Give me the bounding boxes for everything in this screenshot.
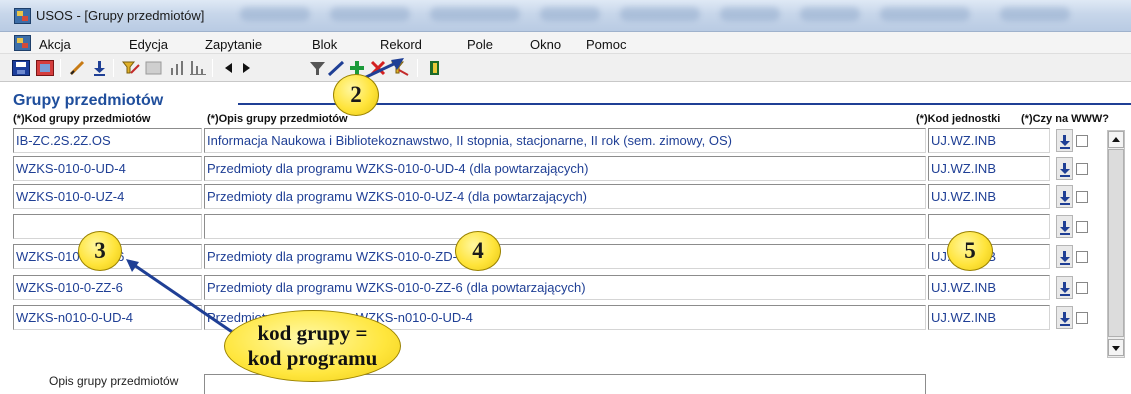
callout-line-2: kod programu [247,346,378,370]
next-icon[interactable] [238,60,256,76]
group-description-field[interactable] [204,214,926,239]
scroll-down-icon[interactable] [1108,339,1124,356]
www-checkbox[interactable] [1076,163,1088,175]
download-icon[interactable] [1056,245,1073,268]
clear-icon[interactable] [390,60,409,76]
www-checkbox[interactable] [1076,251,1088,263]
menu-edycja[interactable]: Edycja [129,37,168,52]
detail-label: Opis grupy przedmiotów [49,374,179,388]
menu-pomoc[interactable]: Pomoc [586,37,626,52]
annotation-badge-2: 2 [333,74,379,116]
group-code-field[interactable]: WZKS-010-0-ZZ-6 [13,275,202,300]
annotation-badge-3: 3 [78,231,122,271]
group-description-field[interactable]: Przedmioty dla programu WZKS-010-0-UZ-4 … [204,184,926,209]
unit-code-field[interactable]: UJ.WZ.INB [928,156,1050,181]
unit-code-field[interactable]: UJ.WZ.INB [928,275,1050,300]
annotation-badge-5: 5 [947,231,993,271]
table-row: WZKS-010-0-ZZ-6 Przedmioty dla programu … [0,275,1131,301]
group-description-field[interactable]: Przedmioty dla programu WZKS-010-0-ZD-6 [204,244,926,269]
unit-code-field[interactable] [928,214,1050,239]
toolbar [0,54,1131,82]
callout-line-1: kod grupy = [257,321,368,345]
download-icon[interactable] [1056,185,1073,208]
arrow-icon[interactable] [327,60,345,77]
chart-bars-icon[interactable] [189,60,207,76]
group-description-field[interactable]: Przedmioty dla programu WZKS-010-0-ZZ-6 … [204,275,926,300]
exit-icon[interactable] [36,60,54,76]
app-icon[interactable] [14,8,31,24]
www-checkbox[interactable] [1076,191,1088,203]
query-icon[interactable] [121,60,140,76]
menu-zapytanie[interactable]: Zapytanie [205,37,262,52]
unit-code-field[interactable]: UJ.WZ.INB [928,128,1050,153]
download-icon[interactable] [1056,276,1073,299]
menu-bar: Akcja Edycja Zapytanie Blok Rekord Pole … [0,32,1131,54]
column-header-description: (*)Opis grupy przedmiotów [207,113,348,125]
group-code-field[interactable]: WZKS-010-0-UZ-4 [13,184,202,209]
column-header-unit: (*)Kod jednostki [916,113,1001,125]
download-icon[interactable] [1056,306,1073,329]
group-code-field[interactable]: WZKS-n010-0-UD-4 [13,305,202,330]
menu-okno[interactable]: Okno [530,37,561,52]
group-description-field[interactable]: Informacja Naukowa i Bibliotekoznawstwo,… [204,128,926,153]
table-row: IB-ZC.2S.2Z.OS Informacja Naukowa i Bibl… [0,128,1131,154]
title-bar: USOS - [Grupy przedmiotów] [0,0,1131,32]
save-icon[interactable] [12,60,30,76]
scroll-up-icon[interactable] [1108,131,1124,148]
prev-icon[interactable] [220,60,238,76]
filter-icon[interactable] [309,60,327,76]
www-checkbox[interactable] [1076,312,1088,324]
query-disabled-icon [145,60,163,76]
edit-icon[interactable] [68,60,86,76]
window-title: USOS - [Grupy przedmiotów] [36,8,205,23]
www-checkbox[interactable] [1076,282,1088,294]
section-title: Grupy przedmiotów [13,92,164,109]
download-icon[interactable] [1056,129,1073,152]
chart-icon[interactable] [168,60,186,76]
group-description-field[interactable]: Przedmioty dla programu WZKS-010-0-UD-4 … [204,156,926,181]
column-header-code: (*)Kod grupy przedmiotów [13,113,151,125]
delete-record-icon[interactable] [369,60,387,76]
download-icon[interactable] [1056,215,1073,238]
menu-blok[interactable]: Blok [312,37,337,52]
scroll-thumb[interactable] [1108,149,1124,337]
table-row: WZKS-n010-0-UD-4 Przedmioty dla programu… [0,305,1131,331]
www-checkbox[interactable] [1076,221,1088,233]
group-code-field[interactable]: IB-ZC.2S.2Z.OS [13,128,202,153]
annotation-badge-4: 4 [455,231,501,271]
download-icon[interactable] [1056,157,1073,180]
table-row: WZKS-010-0-UD-4 Przedmioty dla programu … [0,156,1131,182]
menu-pole[interactable]: Pole [467,37,493,52]
column-header-www: (*)Czy na WWW? [1021,113,1109,125]
group-code-field[interactable]: WZKS-010-0-UD-4 [13,156,202,181]
www-checkbox[interactable] [1076,135,1088,147]
unit-code-field[interactable]: UJ.WZ.INB [928,184,1050,209]
menu-rekord[interactable]: Rekord [380,37,422,52]
app-menu-icon[interactable] [14,35,31,51]
annotation-callout: kod grupy = kod programu [224,310,401,382]
table-row: WZKS-010-0-UZ-4 Przedmioty dla programu … [0,184,1131,210]
unit-code-field[interactable]: UJ.WZ.INB [928,305,1050,330]
book-icon[interactable] [426,60,444,76]
download-icon[interactable] [91,60,109,76]
menu-akcja[interactable]: Akcja [39,37,71,52]
